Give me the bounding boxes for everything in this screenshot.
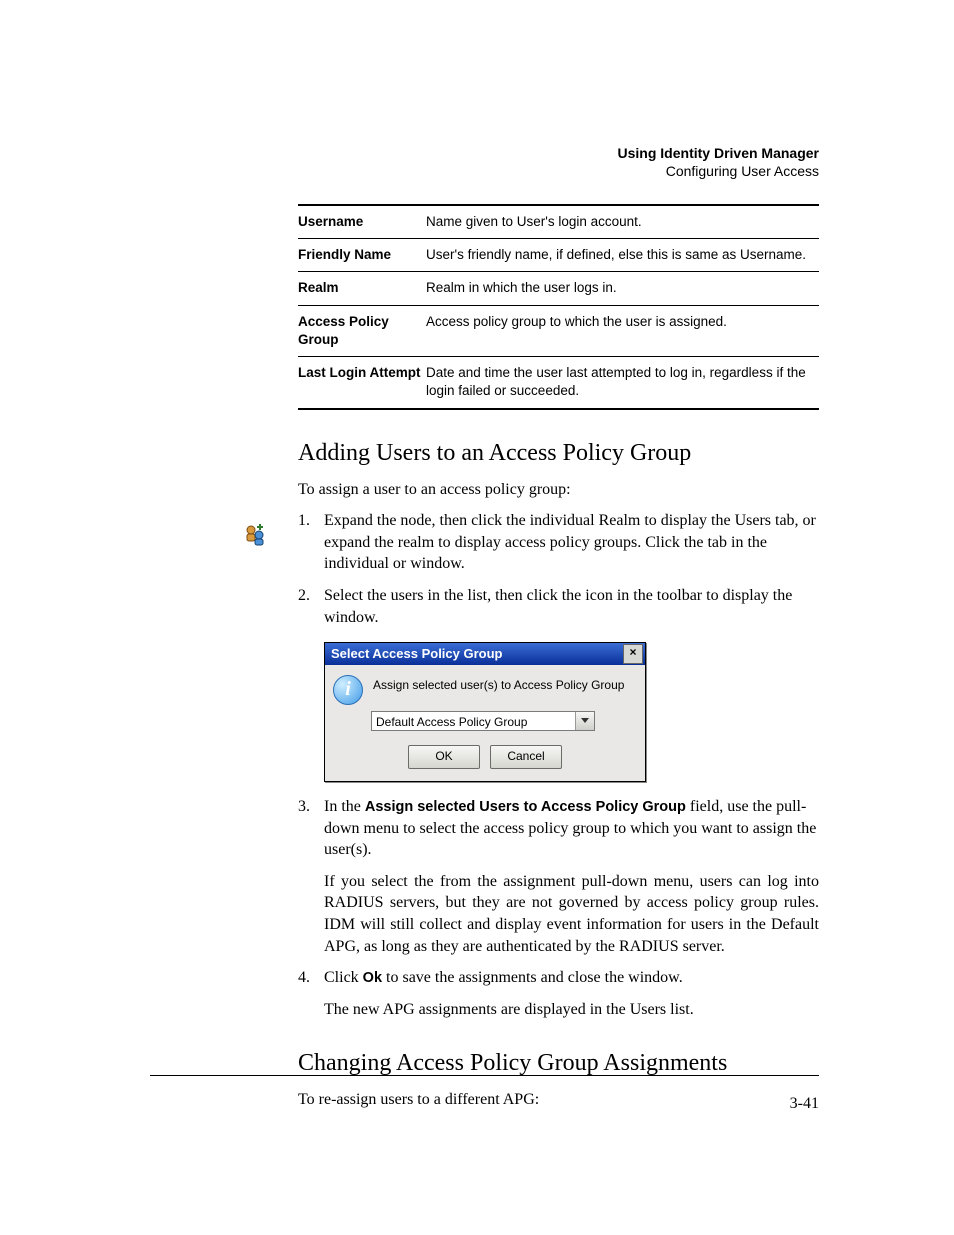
dialog-buttons: OK Cancel xyxy=(333,745,637,769)
step-paragraph: The new APG assignments are displayed in… xyxy=(324,999,819,1021)
step-number: 4. xyxy=(298,967,310,989)
dialog-titlebar: Select Access Policy Group × xyxy=(325,643,645,665)
step-item: 1. Expand the node, then click the indiv… xyxy=(298,510,819,575)
definition-table: Username Name given to User's login acco… xyxy=(298,204,819,410)
table-row: Access Policy Group Access policy group … xyxy=(298,306,819,357)
assign-users-icon xyxy=(244,523,268,547)
dialog-body: i Assign selected user(s) to Access Poli… xyxy=(325,665,645,781)
step-item: 4. Click Ok to save the assignments and … xyxy=(298,967,819,1020)
running-header: Using Identity Driven Manager Configurin… xyxy=(150,145,819,180)
table-row: Username Name given to User's login acco… xyxy=(298,206,819,239)
body-column: Adding Users to an Access Policy Group T… xyxy=(298,440,819,1112)
description: Realm in which the user logs in. xyxy=(426,279,819,297)
description: Date and time the user last attempted to… xyxy=(426,364,819,400)
header-title: Using Identity Driven Manager xyxy=(150,145,819,163)
info-icon: i xyxy=(333,675,363,705)
close-button[interactable]: × xyxy=(623,644,643,664)
footer-rule xyxy=(150,1075,819,1076)
term: Last Login Attempt xyxy=(298,364,426,400)
description: Access policy group to which the user is… xyxy=(426,313,819,349)
dialog-title: Select Access Policy Group xyxy=(331,645,502,663)
description: Name given to User's login account. xyxy=(426,213,819,231)
term: Friendly Name xyxy=(298,246,426,264)
header-subtitle: Configuring User Access xyxy=(150,163,819,181)
step-number: 1. xyxy=(298,510,310,532)
step-text: Select the users in the list, then click… xyxy=(324,587,792,626)
description: User's friendly name, if defined, else t… xyxy=(426,246,819,264)
term: Username xyxy=(298,213,426,231)
page: Using Identity Driven Manager Configurin… xyxy=(0,0,954,1235)
step-item: 2. Select the users in the list, then cl… xyxy=(298,585,819,782)
cancel-button[interactable]: Cancel xyxy=(490,745,562,769)
section-intro: To assign a user to an access policy gro… xyxy=(298,479,819,501)
dialog-select-access-policy-group: Select Access Policy Group × i Assign se… xyxy=(324,642,646,782)
chevron-down-icon[interactable] xyxy=(575,712,594,730)
step-text: Click Ok to save the assignments and clo… xyxy=(324,969,683,986)
step-item: 3. In the Assign selected Users to Acces… xyxy=(298,796,819,957)
section-heading: Adding Users to an Access Policy Group xyxy=(298,440,819,467)
step-text: Expand the node, then click the individu… xyxy=(324,512,816,572)
dialog-label: Assign selected user(s) to Access Policy… xyxy=(373,675,624,693)
section-intro: To re-assign users to a different APG: xyxy=(298,1089,819,1111)
term: Access Policy Group xyxy=(298,313,426,349)
dialog-row: i Assign selected user(s) to Access Poli… xyxy=(333,675,637,705)
ok-button[interactable]: OK xyxy=(408,745,480,769)
step-text: In the Assign selected Users to Access P… xyxy=(324,798,816,858)
section-heading: Changing Access Policy Group Assignments xyxy=(298,1050,819,1077)
table-row: Last Login Attempt Date and time the use… xyxy=(298,357,819,407)
step-list: 1. Expand the node, then click the indiv… xyxy=(298,510,819,1020)
term: Realm xyxy=(298,279,426,297)
table-row: Friendly Name User's friendly name, if d… xyxy=(298,239,819,272)
step-paragraph: If you select the from the assignment pu… xyxy=(324,871,819,957)
table-row: Realm Realm in which the user logs in. xyxy=(298,272,819,305)
step-number: 2. xyxy=(298,585,310,607)
step-number: 3. xyxy=(298,796,310,818)
access-policy-group-combo[interactable]: Default Access Policy Group xyxy=(371,711,595,731)
combo-value: Default Access Policy Group xyxy=(372,712,575,730)
page-number: 3-41 xyxy=(790,1095,819,1113)
